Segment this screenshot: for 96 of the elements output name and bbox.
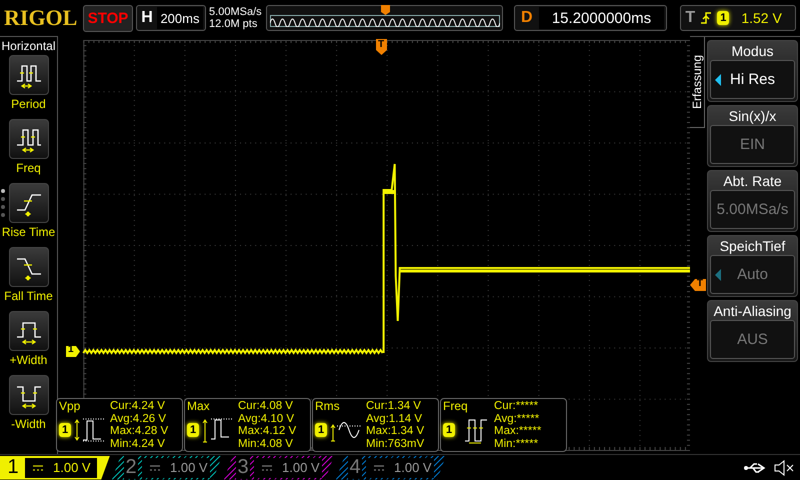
channel-badge: 1 (187, 423, 200, 437)
dc-coupling-icon (262, 464, 272, 470)
channel-badge: 1 (315, 423, 328, 437)
menu-item-title: SpeichTief (720, 237, 786, 255)
measure-button[interactable] (8, 119, 48, 159)
channel-tab[interactable]: 3 1.00 V (224, 456, 334, 480)
channel-number: 1 (6, 456, 20, 479)
dc-coupling-icon (150, 464, 160, 470)
channel-tab[interactable]: 2 1.00 V (112, 456, 222, 480)
channel-number: 4 (348, 456, 362, 479)
measure-label: +Width (10, 353, 48, 367)
measure-button[interactable] (8, 183, 48, 223)
measure-label: Freq (16, 161, 41, 175)
page-dot[interactable] (1, 205, 5, 209)
sample-rate: 5.00MSa/s (209, 6, 263, 18)
page-dot[interactable] (1, 189, 5, 193)
brand-logo: RIGOL (4, 5, 78, 31)
speaker-muted-icon (774, 460, 794, 476)
measurement-panel[interactable]: Freq 1 Cur:***** Avg:***** Max:***** Min:***** (440, 398, 567, 452)
measure-button[interactable] (8, 311, 48, 351)
page-dot[interactable] (1, 197, 5, 201)
dc-coupling-icon (374, 464, 384, 470)
channel-scale: 1.00 V (282, 460, 320, 475)
channel-tab[interactable]: 1 1.00 V (0, 456, 110, 480)
menu-item-title: Modus (731, 42, 774, 60)
measurement-value: Avg:4.26 V (110, 412, 168, 425)
trigger-label: T (685, 9, 696, 27)
rising-edge-icon (701, 11, 712, 25)
delay-value: 15.2000000ms (538, 7, 664, 29)
run-stop-button[interactable]: STOP (82, 4, 134, 32)
measurement-value: Cur:1.34 V (366, 400, 422, 412)
channel-tab[interactable]: 4 1.00 V (336, 456, 446, 480)
measure-button[interactable] (8, 247, 48, 287)
measurement-value: Max:4.28 V (110, 425, 168, 438)
measurement-name: Max (187, 400, 211, 413)
trigger-position-icon (380, 5, 390, 15)
menu-item-value: Hi Res (730, 71, 775, 88)
measurement-value: Min:763mV (366, 438, 424, 450)
trigger-level: 1.52 V (741, 10, 782, 26)
measurement-panel[interactable]: Vpp 1 Cur:4.24 V Avg:4.26 V Max:4.28 V Min:4.24 V (56, 398, 183, 452)
measurement-name: Vpp (59, 400, 82, 413)
measure-label: Period (11, 97, 46, 111)
measurement-value: Max:1.34 V (366, 425, 424, 438)
measurement-value: Min:4.08 V (238, 438, 294, 450)
measure-button[interactable] (8, 55, 48, 95)
dc-coupling-icon (33, 464, 43, 470)
trigger-channel-badge: 1 (717, 11, 730, 25)
memory-depth: 12.0M pts (209, 18, 258, 30)
measure-label: -Width (11, 417, 46, 431)
trigger-position-marker (376, 39, 387, 55)
timebase-box[interactable]: H 200ms (136, 5, 206, 31)
trigger-level-label: T (696, 278, 703, 289)
measurement-value: Cur:4.08 V (238, 400, 294, 412)
channel-scale: 1.00 V (53, 460, 91, 475)
measurement-value: Max:***** (494, 425, 542, 438)
menu-item-value: 5.00MSa/s (716, 201, 788, 218)
measure-button[interactable] (8, 375, 48, 415)
page-dot[interactable] (1, 213, 5, 217)
measurement-value: Min:4.24 V (110, 438, 166, 450)
channel-number: 3 (236, 456, 250, 479)
measurement-name: Rms (315, 400, 341, 413)
channel-number: 2 (124, 456, 138, 479)
channel-scale: 1.00 V (394, 460, 432, 475)
menu-title: Erfassung (690, 54, 704, 110)
menu-item-title: Abt. Rate (723, 172, 782, 190)
measurement-panel[interactable]: Max 1 Cur:4.08 V Avg:4.10 V Max:4.12 V Min:4.08 V (184, 398, 311, 452)
measurement-name: Freq (443, 400, 469, 413)
measurement-value: Cur:***** (494, 400, 540, 412)
delay-label: D (520, 9, 534, 27)
measurement-value: Avg:4.10 V (238, 412, 296, 425)
channel-badge: 1 (443, 423, 456, 437)
menu-item-value: AUS (737, 331, 768, 348)
measurement-value: Avg:1.14 V (366, 412, 424, 425)
measure-label: Rise Time (2, 225, 56, 239)
menu-item-value: EIN (740, 136, 765, 153)
measurement-value: Cur:4.24 V (110, 400, 166, 412)
delay-box[interactable]: D 15.2000000ms (514, 5, 668, 31)
measurement-panel[interactable]: Rms 1 Cur:1.34 V Avg:1.14 V Max:1.34 V Min:763mV (312, 398, 439, 452)
menu-item[interactable]: Modus Hi Res (707, 40, 798, 102)
channel-badge: 1 (59, 423, 72, 437)
usb-icon (744, 462, 766, 474)
channel-scale: 1.00 V (170, 460, 208, 475)
menu-title: Horizontal (1, 39, 56, 53)
timebase-label: H (140, 9, 154, 27)
timebase-value: 200ms (156, 7, 204, 29)
measurement-value: Min:***** (494, 438, 540, 450)
menu-item-title: Anti-Aliasing (714, 302, 792, 320)
measurement-value: Avg:***** (494, 412, 540, 425)
menu-item-value: Auto (737, 266, 768, 283)
channel-marker (66, 346, 80, 357)
measure-label: Fall Time (4, 289, 53, 303)
trigger-box[interactable]: T 1 1.52 V (680, 5, 796, 31)
trigger-position-label: T (378, 39, 384, 50)
trigger-level-marker (690, 279, 706, 291)
measurement-value: Max:4.12 V (238, 425, 296, 438)
menu-item-title: Sin(x)/x (728, 107, 776, 125)
